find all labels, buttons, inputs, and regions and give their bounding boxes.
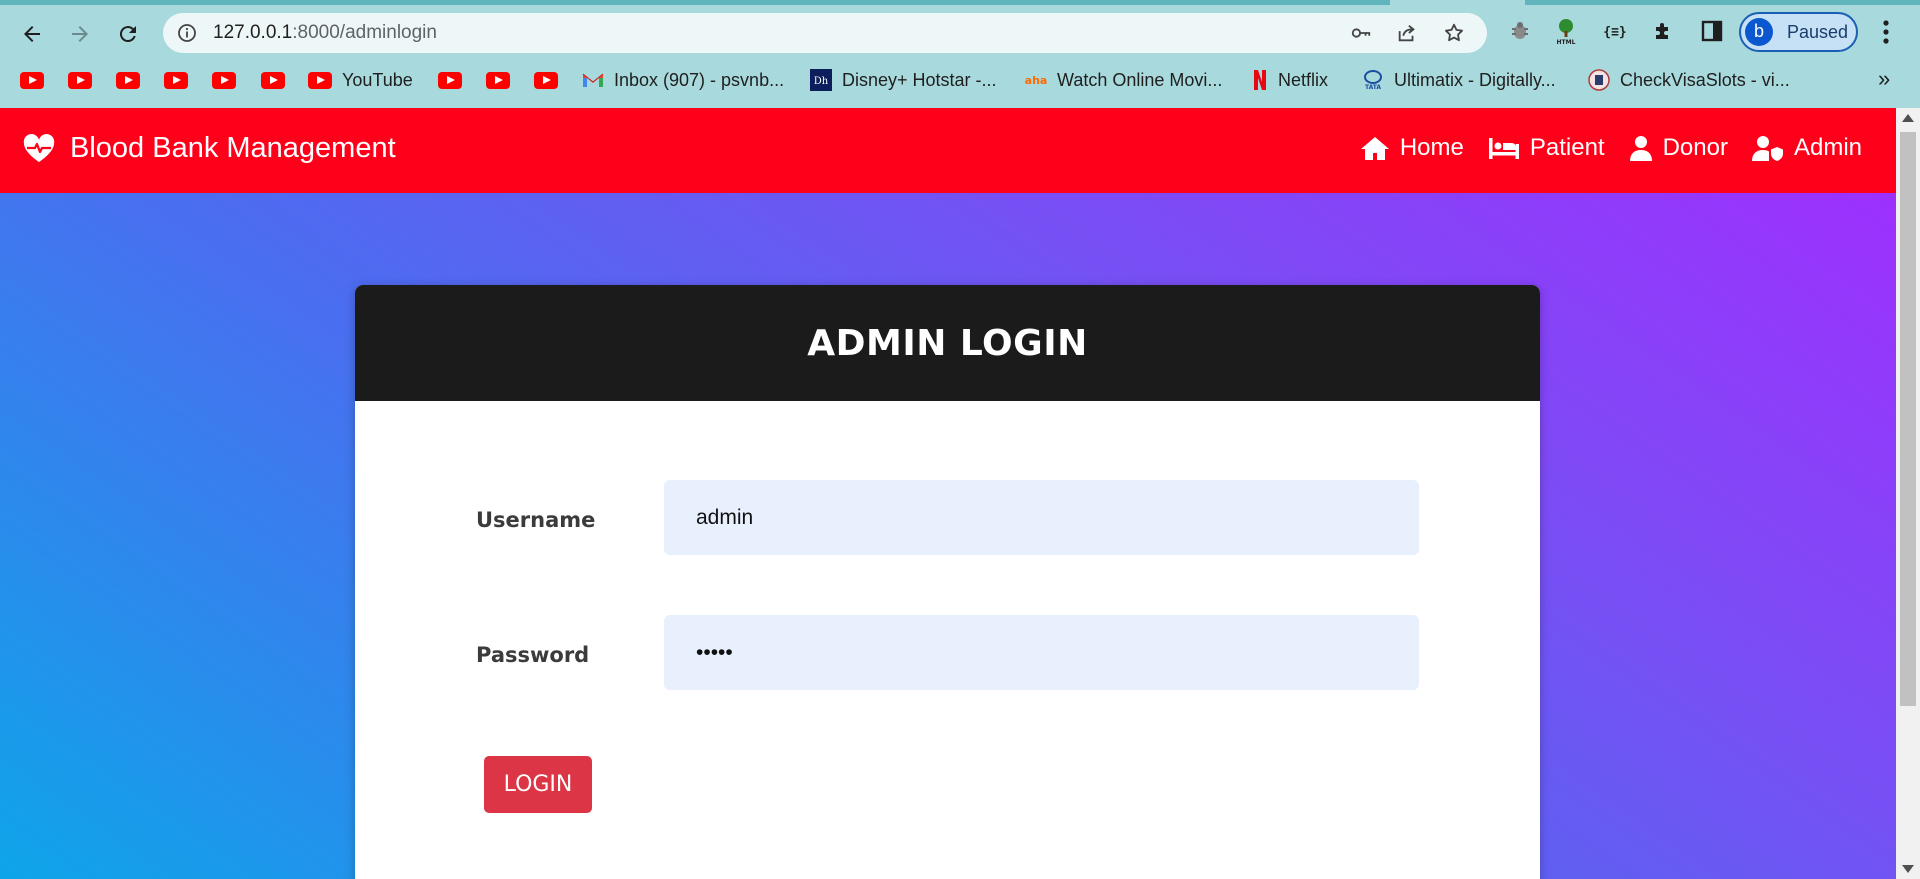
youtube-icon xyxy=(261,71,285,89)
username-input[interactable] xyxy=(664,480,1419,555)
svg-text:{≡}: {≡} xyxy=(1603,25,1626,40)
html-tree-extension-icon[interactable]: HTML xyxy=(1551,16,1581,46)
browser-chrome: 127.0.0.1:8000/adminlogin HTML {≡} b Pau… xyxy=(0,0,1920,108)
user-shield-icon xyxy=(1751,136,1783,161)
nav-patient-label: Patient xyxy=(1529,134,1605,161)
aha-icon: aha xyxy=(1025,74,1047,87)
hotstar-icon: Dh xyxy=(810,69,832,91)
profile-button[interactable]: b Paused xyxy=(1739,12,1858,52)
bookmark-hotstar[interactable]: Dh Disney+ Hotstar -... xyxy=(810,66,997,94)
bookmarks-bar: YouTube Inbox (907) - psvnb... Dh Disney… xyxy=(0,62,1920,98)
tab-strip xyxy=(0,0,1920,5)
youtube-icon xyxy=(164,71,188,89)
url-text[interactable]: 127.0.0.1:8000/adminlogin xyxy=(213,22,437,44)
password-input[interactable]: ••••• xyxy=(664,615,1419,690)
youtube-icon xyxy=(116,71,140,89)
youtube-icon xyxy=(534,71,558,89)
bookmark-youtube-1[interactable] xyxy=(20,66,44,94)
netflix-icon xyxy=(1254,70,1266,90)
share-icon[interactable] xyxy=(1395,21,1419,45)
svg-text:aha: aha xyxy=(1025,74,1047,87)
youtube-icon xyxy=(486,71,510,89)
user-icon xyxy=(1629,136,1652,161)
gmail-icon xyxy=(582,73,604,87)
scroll-up-arrow-icon[interactable] xyxy=(1902,114,1914,122)
json-extension-icon[interactable]: {≡} xyxy=(1600,16,1630,46)
page-viewport: Blood Bank Management Home Patient Donor… xyxy=(0,108,1896,879)
bookmark-youtube-10[interactable] xyxy=(534,66,558,94)
side-panel-icon[interactable] xyxy=(1697,16,1727,46)
nav-patient[interactable]: Patient xyxy=(1488,134,1605,162)
nav-donor[interactable]: Donor xyxy=(1629,134,1728,162)
bookmark-netflix[interactable]: Netflix xyxy=(1252,66,1328,94)
scroll-down-arrow-icon[interactable] xyxy=(1902,865,1914,873)
login-button[interactable]: LOGIN xyxy=(484,756,592,813)
bookmark-youtube-4[interactable] xyxy=(164,66,188,94)
address-bar[interactable]: 127.0.0.1:8000/adminlogin xyxy=(163,13,1487,53)
browser-menu-icon[interactable] xyxy=(1876,18,1896,46)
checkvisa-icon xyxy=(1588,69,1610,91)
password-key-icon[interactable] xyxy=(1349,21,1373,45)
login-title: ADMIN LOGIN xyxy=(807,322,1088,364)
nav-admin-label: Admin xyxy=(1793,134,1862,161)
profile-status: Paused xyxy=(1787,22,1849,42)
back-button[interactable] xyxy=(14,16,50,52)
back-arrow-icon xyxy=(24,26,40,42)
bookmark-star-icon[interactable] xyxy=(1442,21,1466,45)
nav-admin[interactable]: Admin xyxy=(1751,134,1862,162)
bookmark-youtube-6[interactable] xyxy=(261,66,285,94)
reload-button[interactable] xyxy=(110,16,146,52)
bookmark-aha[interactable]: aha Watch Online Movi... xyxy=(1025,66,1222,94)
nav-home[interactable]: Home xyxy=(1360,134,1464,162)
youtube-icon xyxy=(68,71,92,89)
brand-link[interactable]: Blood Bank Management xyxy=(22,132,396,165)
username-label: Username xyxy=(476,508,596,532)
admin-login-card: ADMIN LOGIN Username Password ••••• LOGI… xyxy=(355,285,1540,879)
home-icon xyxy=(1360,137,1389,160)
youtube-icon xyxy=(438,71,462,89)
bookmark-gmail[interactable]: Inbox (907) - psvnb... xyxy=(582,66,784,94)
extensions-puzzle-icon[interactable] xyxy=(1648,16,1678,46)
bed-patient-icon xyxy=(1488,138,1519,159)
bug-extension-icon[interactable] xyxy=(1505,16,1535,46)
nav-donor-label: Donor xyxy=(1662,134,1728,161)
login-card-header: ADMIN LOGIN xyxy=(355,285,1540,401)
youtube-icon xyxy=(308,71,332,89)
youtube-icon xyxy=(212,71,236,89)
heart-pulse-icon xyxy=(23,133,55,162)
site-info-icon[interactable] xyxy=(177,23,197,43)
scrollbar-thumb[interactable] xyxy=(1900,132,1916,706)
forward-arrow-icon xyxy=(72,26,88,42)
svg-text:TATA: TATA xyxy=(1365,84,1381,91)
bookmark-checkvisaslots[interactable]: CheckVisaSlots - vi... xyxy=(1588,66,1790,94)
svg-text:HTML: HTML xyxy=(1557,39,1576,45)
youtube-icon xyxy=(20,71,44,89)
bookmark-youtube-8[interactable] xyxy=(438,66,462,94)
profile-avatar: b xyxy=(1745,18,1773,46)
bookmark-youtube-2[interactable] xyxy=(68,66,92,94)
nav-home-label: Home xyxy=(1399,134,1464,161)
main-nav: Home Patient Donor Admin xyxy=(1336,134,1862,162)
brand-title: Blood Bank Management xyxy=(70,132,396,164)
bookmark-youtube-5[interactable] xyxy=(212,66,236,94)
bookmark-youtube-7[interactable]: YouTube xyxy=(308,66,413,94)
reload-icon xyxy=(119,26,136,43)
site-navbar: Blood Bank Management Home Patient Donor… xyxy=(0,108,1896,193)
forward-button[interactable] xyxy=(62,16,98,52)
password-label: Password xyxy=(476,643,590,667)
svg-text:Dh: Dh xyxy=(814,76,829,87)
bookmark-ultimatix[interactable]: TATA Ultimatix - Digitally... xyxy=(1362,66,1556,94)
bookmark-youtube-3[interactable] xyxy=(116,66,140,94)
bookmark-youtube-9[interactable] xyxy=(486,66,510,94)
page-scrollbar[interactable] xyxy=(1896,108,1920,879)
tata-icon: TATA xyxy=(1364,70,1382,91)
more-bookmarks-chevron[interactable]: » xyxy=(1878,66,1890,92)
